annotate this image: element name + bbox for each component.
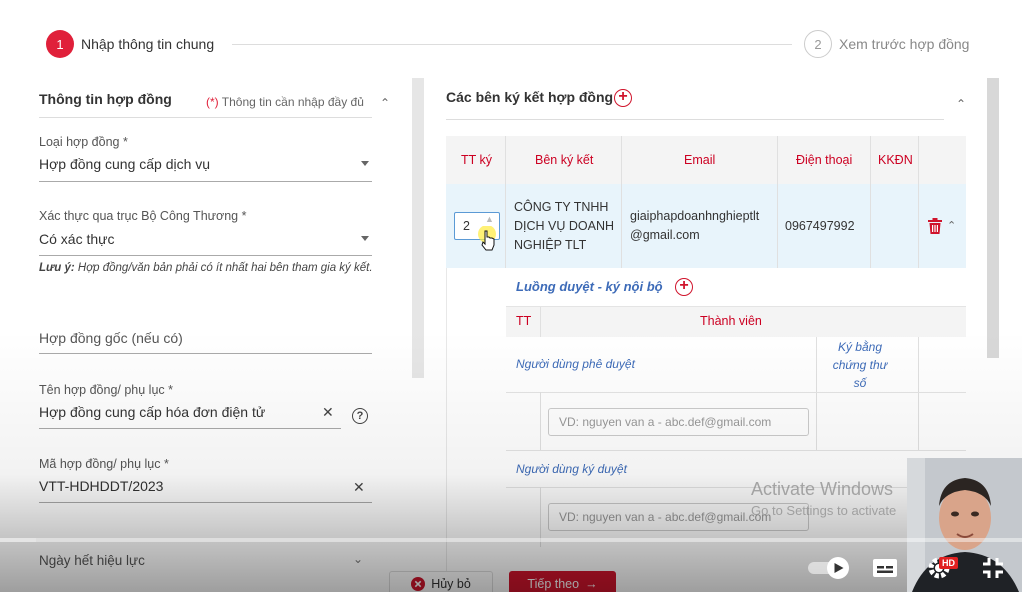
- step-2-indicator[interactable]: 2: [804, 30, 832, 58]
- autoplay-toggle-icon[interactable]: [806, 557, 852, 579]
- column-divider: [816, 337, 817, 450]
- column-divider: [918, 337, 919, 450]
- column-divider: [777, 136, 778, 268]
- subtitles-icon[interactable]: [872, 558, 898, 578]
- column-divider: [918, 136, 919, 268]
- step-2-label[interactable]: Xem trước hợp đồng: [839, 36, 969, 52]
- approver-label: Người dùng phê duyệt: [516, 357, 635, 371]
- divider: [39, 117, 372, 118]
- col-header-party: Bên ký kết: [535, 153, 594, 167]
- required-note-text: Thông tin cần nhập đầy đủ: [218, 95, 364, 109]
- step-1-indicator[interactable]: 1: [46, 30, 74, 58]
- column-divider: [540, 392, 541, 450]
- sign-cert-header: Ký bằng chứng thư số: [828, 338, 892, 392]
- original-contract-input[interactable]: Hợp đồng gốc (nếu có): [39, 330, 183, 346]
- divider: [506, 392, 966, 393]
- next-button[interactable]: Tiếp theo →: [509, 571, 616, 592]
- party-name-line3: NGHIỆP TLT: [514, 238, 587, 252]
- hd-badge: HD: [939, 557, 958, 569]
- signing-parties-title: Các bên ký kết hợp đồng: [446, 89, 614, 105]
- signer-input-placeholder: VD: nguyen van a - abc.def@gmail.com: [559, 510, 772, 524]
- next-label: Tiếp theo: [527, 577, 580, 591]
- contract-type-select[interactable]: Hợp đồng cung cấp dịch vụ: [39, 156, 210, 172]
- contract-name-label: Tên hợp đồng/ phụ lục *: [39, 383, 173, 397]
- help-icon[interactable]: ?: [352, 408, 368, 424]
- note-bold: Lưu ý:: [39, 262, 75, 274]
- contract-name-input[interactable]: Hợp đồng cung cấp hóa đơn điện tử: [39, 404, 265, 420]
- chevron-up-icon[interactable]: ⌃: [380, 96, 390, 110]
- column-divider: [540, 307, 541, 337]
- party-email-line2: @gmail.com: [630, 228, 700, 242]
- clear-icon[interactable]: ✕: [322, 404, 334, 421]
- dropdown-arrow-icon[interactable]: [361, 161, 369, 166]
- divider: [506, 450, 966, 451]
- verification-label: Xác thực qua trục Bộ Công Thương *: [39, 209, 247, 223]
- sign-cert-line3: số: [853, 376, 867, 390]
- divider: [506, 487, 966, 488]
- add-party-icon[interactable]: +: [614, 89, 632, 107]
- exit-fullscreen-icon[interactable]: [981, 556, 1005, 580]
- party-name-line1: CÔNG TY TNHH: [514, 200, 609, 214]
- cancel-button[interactable]: Hủy bỏ: [389, 571, 493, 592]
- column-divider: [505, 136, 506, 268]
- field-underline: [39, 428, 341, 429]
- signer-label: Người dùng ký duyệt: [516, 462, 627, 476]
- sign-order-value: 2: [463, 219, 470, 233]
- arrow-right-icon: →: [585, 577, 598, 591]
- right-scrollbar[interactable]: [987, 78, 999, 358]
- internal-flow-title: Luồng duyệt - ký nội bộ: [516, 279, 663, 294]
- verification-select[interactable]: Có xác thực: [39, 231, 115, 247]
- party-email-line1: giaiphapdoanhnghieptlt: [630, 209, 760, 223]
- dropdown-arrow-icon[interactable]: [361, 236, 369, 241]
- divider: [446, 119, 944, 120]
- approver-input-placeholder: VD: nguyen van a - abc.def@gmail.com: [559, 415, 772, 429]
- stepper: 1 Nhập thông tin chung 2 Xem trước hợp đ…: [0, 0, 1022, 80]
- field-underline: [39, 502, 372, 503]
- chevron-up-icon[interactable]: ⌃: [947, 219, 956, 232]
- field-underline: [39, 353, 372, 354]
- app-root: 1 Nhập thông tin chung 2 Xem trước hợp đ…: [0, 0, 1022, 592]
- required-star: (*): [206, 95, 219, 109]
- cancel-icon: [411, 577, 426, 591]
- contract-info-title: Thông tin hợp đồng: [39, 91, 172, 107]
- column-divider: [870, 136, 871, 268]
- column-divider: [621, 136, 622, 268]
- col-header-email: Email: [684, 153, 716, 167]
- note-text: Hợp đồng/văn bản phải có ít nhất hai bên…: [74, 262, 373, 274]
- clear-icon[interactable]: ✕: [353, 479, 365, 496]
- required-note: (*) Thông tin cần nhập đầy đủ: [206, 95, 364, 109]
- chevron-up-icon[interactable]: ⌃: [956, 97, 966, 111]
- progress-fill: [0, 538, 36, 542]
- pointer-cursor-icon: [478, 226, 496, 251]
- col-header-member: Thành viên: [700, 314, 762, 328]
- chevron-down-icon[interactable]: ⌄: [353, 552, 363, 566]
- col-header-phone: Điện thoại: [796, 153, 853, 167]
- expiry-label: Ngày hết hiệu lực: [39, 553, 145, 568]
- spin-up-icon[interactable]: ▲: [485, 214, 494, 224]
- col-header-kkdn: KKĐN: [878, 153, 913, 167]
- sign-cert-line1: Ký bằng: [837, 340, 883, 354]
- signing-note: Lưu ý: Hợp đồng/văn bản phải có ít nhất …: [39, 260, 374, 277]
- trash-icon[interactable]: [928, 218, 942, 234]
- party-phone: 0967497992: [785, 219, 855, 233]
- stepper-connector: [232, 44, 792, 45]
- activate-windows-subtitle: Go to Settings to activate: [751, 503, 897, 518]
- cancel-label: Hủy bỏ: [431, 577, 471, 591]
- progress-track[interactable]: [0, 538, 1022, 542]
- party-name-line2: DỊCH VỤ DOANH: [514, 219, 615, 233]
- field-underline: [39, 255, 372, 256]
- contract-code-input[interactable]: VTT-HDHDDT/2023: [39, 478, 163, 494]
- col-header-order: TT ký: [461, 153, 493, 167]
- field-underline: [39, 181, 372, 182]
- step-1-label[interactable]: Nhập thông tin chung: [81, 36, 214, 52]
- left-scrollbar[interactable]: [412, 78, 424, 378]
- col-header-tt: TT: [516, 314, 532, 328]
- activate-windows-title: Activate Windows: [751, 479, 894, 499]
- sign-cert-line2: chứng thư: [832, 358, 888, 372]
- contract-type-label: Loại hợp đồng *: [39, 135, 128, 149]
- add-flow-icon[interactable]: +: [675, 278, 693, 296]
- contract-code-label: Mã hợp đồng/ phụ lục *: [39, 457, 169, 471]
